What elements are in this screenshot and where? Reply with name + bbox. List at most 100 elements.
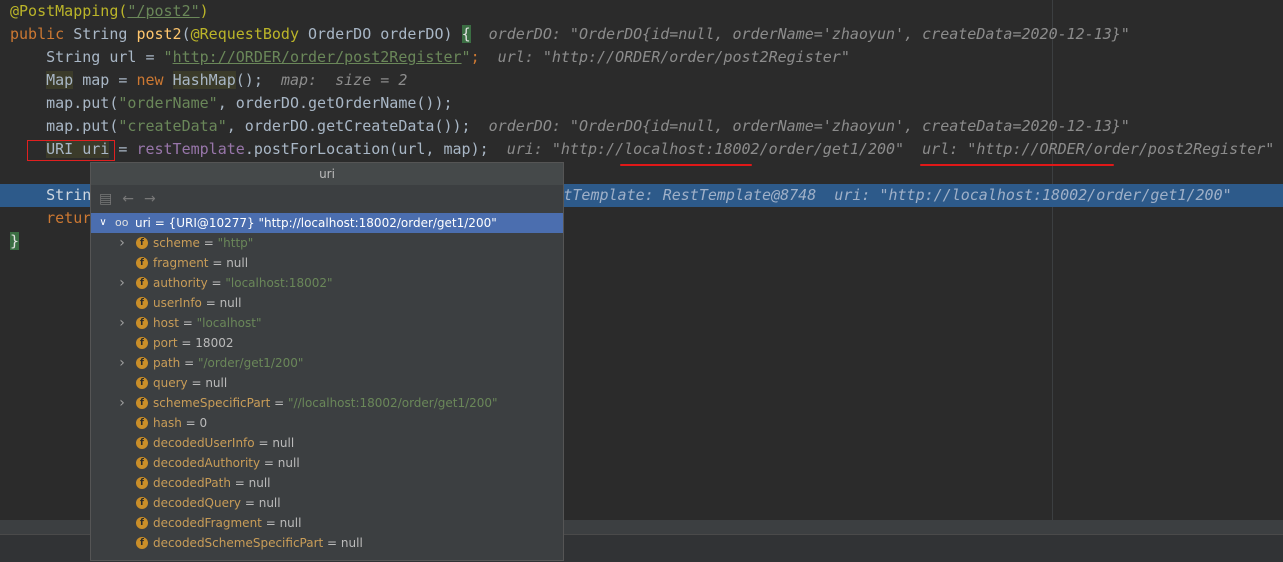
add-to-watches-icon[interactable]: ▤ — [99, 191, 112, 207]
type: String — [64, 25, 137, 43]
url-literal[interactable]: http://ORDER/order/post2Register — [173, 48, 462, 66]
code-text: Strin — [46, 186, 92, 204]
field-name: decodedSchemeSpecificPart — [153, 536, 324, 550]
field-name: hash — [153, 416, 182, 430]
code-line-9[interactable]: retur — [10, 207, 91, 230]
field-value: null — [340, 536, 363, 550]
field-value: null — [248, 476, 271, 490]
chevron-right-icon[interactable]: › — [116, 393, 128, 413]
code-line-7[interactable]: URI uri = restTemplate.postForLocation(u… — [10, 138, 1274, 161]
field-entry: schemeSpecificPart = "//localhost:18002/… — [153, 393, 498, 413]
tree-field-row[interactable]: f decodedUserInfo = null — [91, 433, 563, 453]
field-entry: fragment = null — [153, 253, 248, 273]
tree-field-row[interactable]: f userInfo = null — [91, 293, 563, 313]
field-entry: decodedSchemeSpecificPart = null — [153, 533, 363, 553]
tree-field-row[interactable]: f decodedQuery = null — [91, 493, 563, 513]
field-icon: f — [136, 497, 148, 509]
code-text: map.put( — [46, 117, 119, 135]
field-entry: decodedUserInfo = null — [153, 433, 294, 453]
field-entry: authority = "localhost:18002" — [153, 273, 333, 293]
field-name: decodedUserInfo — [153, 436, 255, 450]
paren: ( — [181, 25, 191, 43]
code-line-5[interactable]: map.put("orderName", orderDO.getOrderNam… — [10, 92, 453, 115]
code-line-2[interactable]: public String post2(@RequestBody OrderDO… — [10, 23, 1130, 46]
equals-sign: = — [230, 476, 249, 490]
code-text: .postForLocation(url, map); — [244, 140, 489, 158]
code-line-3[interactable]: String url = "http://ORDER/order/post2Re… — [10, 46, 850, 69]
tree-field-row[interactable]: › f host = "localhost" — [91, 313, 563, 333]
code-line-1[interactable]: @PostMapping("/post2") — [10, 0, 209, 23]
field-value: 0 — [199, 416, 208, 430]
field-entry: decodedPath = null — [153, 473, 271, 493]
quote: " — [461, 48, 471, 66]
tree-field-row[interactable]: f query = null — [91, 373, 563, 393]
field-name: schemeSpecificPart — [153, 396, 271, 410]
tree-field-row[interactable]: › f authority = "localhost:18002" — [91, 273, 563, 293]
root-label: uri = {URI@10277} "http://localhost:1800… — [135, 216, 497, 230]
matched-brace: } — [10, 232, 20, 250]
equals-sign: = — [181, 416, 200, 430]
string-literal: "orderName" — [118, 94, 218, 112]
tree-root-row[interactable]: ∨ oo uri = {URI@10277} "http://localhost… — [91, 213, 563, 233]
field-name: query — [153, 376, 188, 390]
field-name: fragment — [153, 256, 209, 270]
field-icon: f — [136, 297, 148, 309]
type: Map — [46, 71, 74, 89]
keyword: public — [10, 25, 65, 43]
field-entry: port = 18002 — [153, 333, 233, 353]
field-icon: f — [136, 337, 148, 349]
tree-field-row[interactable]: f fragment = null — [91, 253, 563, 273]
tree-field-row[interactable]: › f schemeSpecificPart = "//localhost:1800… — [91, 393, 563, 413]
inline-debug-value: map: size = 2 — [280, 71, 408, 89]
debug-inspect-popup[interactable]: uri ▤ ← → ∨ oo uri = {URI@10277} "http:/… — [90, 162, 564, 561]
chevron-right-icon[interactable]: › — [116, 273, 128, 293]
chevron-right-icon[interactable]: › — [116, 353, 128, 373]
field-icon: f — [136, 237, 148, 249]
field-value: null — [219, 296, 242, 310]
chevron-right-icon[interactable]: › — [116, 313, 128, 333]
paren: ) — [199, 2, 209, 20]
tree-field-row[interactable]: › f path = "/order/get1/200" — [91, 353, 563, 373]
back-arrow-icon[interactable]: ← — [122, 191, 134, 207]
field-entry: userInfo = null — [153, 293, 241, 313]
tree-field-row[interactable]: › f scheme = "http" — [91, 233, 563, 253]
chevron-right-icon[interactable]: › — [116, 233, 128, 253]
method-name: post2 — [136, 25, 182, 43]
field-name: host — [153, 316, 179, 330]
field-name: decodedFragment — [153, 516, 262, 530]
field-name: decodedQuery — [153, 496, 242, 510]
tree-field-row[interactable]: f decodedPath = null — [91, 473, 563, 493]
forward-arrow-icon[interactable]: → — [144, 191, 156, 207]
chevron-down-icon[interactable]: ∨ — [97, 213, 109, 233]
equals-sign: = — [199, 236, 218, 250]
inline-debug-value: orderDO: "OrderDO{id=null, orderName='zh… — [488, 25, 1130, 43]
field-value: null — [226, 256, 249, 270]
field-value: null — [258, 496, 281, 510]
string-literal: "createData" — [118, 117, 227, 135]
code-line-10[interactable]: } — [10, 230, 20, 253]
keyword: retur — [46, 209, 92, 227]
field-value: null — [272, 436, 295, 450]
tree-field-row[interactable]: f decodedSchemeSpecificPart = null — [91, 533, 563, 553]
field-name: path — [153, 356, 181, 370]
tree-field-row[interactable]: f decodedAuthority = null — [91, 453, 563, 473]
equals-sign: = — [241, 496, 259, 510]
code-text: , orderDO.getOrderName()); — [217, 94, 453, 112]
field-icon: f — [136, 357, 148, 369]
popup-title: uri — [91, 163, 563, 185]
equals-sign: = — [207, 276, 226, 290]
code-line-4[interactable]: Map map = new HashMap(); map: size = 2 — [10, 69, 407, 92]
variables-tree[interactable]: ∨ oo uri = {URI@10277} "http://localhost… — [91, 213, 563, 553]
right-margin-guide — [1052, 0, 1053, 520]
field-icon: f — [136, 457, 148, 469]
code-line-6[interactable]: map.put("createData", orderDO.getCreateD… — [10, 115, 1130, 138]
tree-field-row[interactable]: f decodedFragment = null — [91, 513, 563, 533]
code-text: String url = — [46, 48, 164, 66]
tree-field-row[interactable]: f port = 18002 — [91, 333, 563, 353]
tree-field-row[interactable]: f hash = 0 — [91, 413, 563, 433]
equals-sign: = — [178, 316, 197, 330]
equals-sign: = — [208, 256, 227, 270]
field-icon: f — [136, 257, 148, 269]
annotation-underline — [920, 164, 1114, 166]
field-name: decodedAuthority — [153, 456, 261, 470]
